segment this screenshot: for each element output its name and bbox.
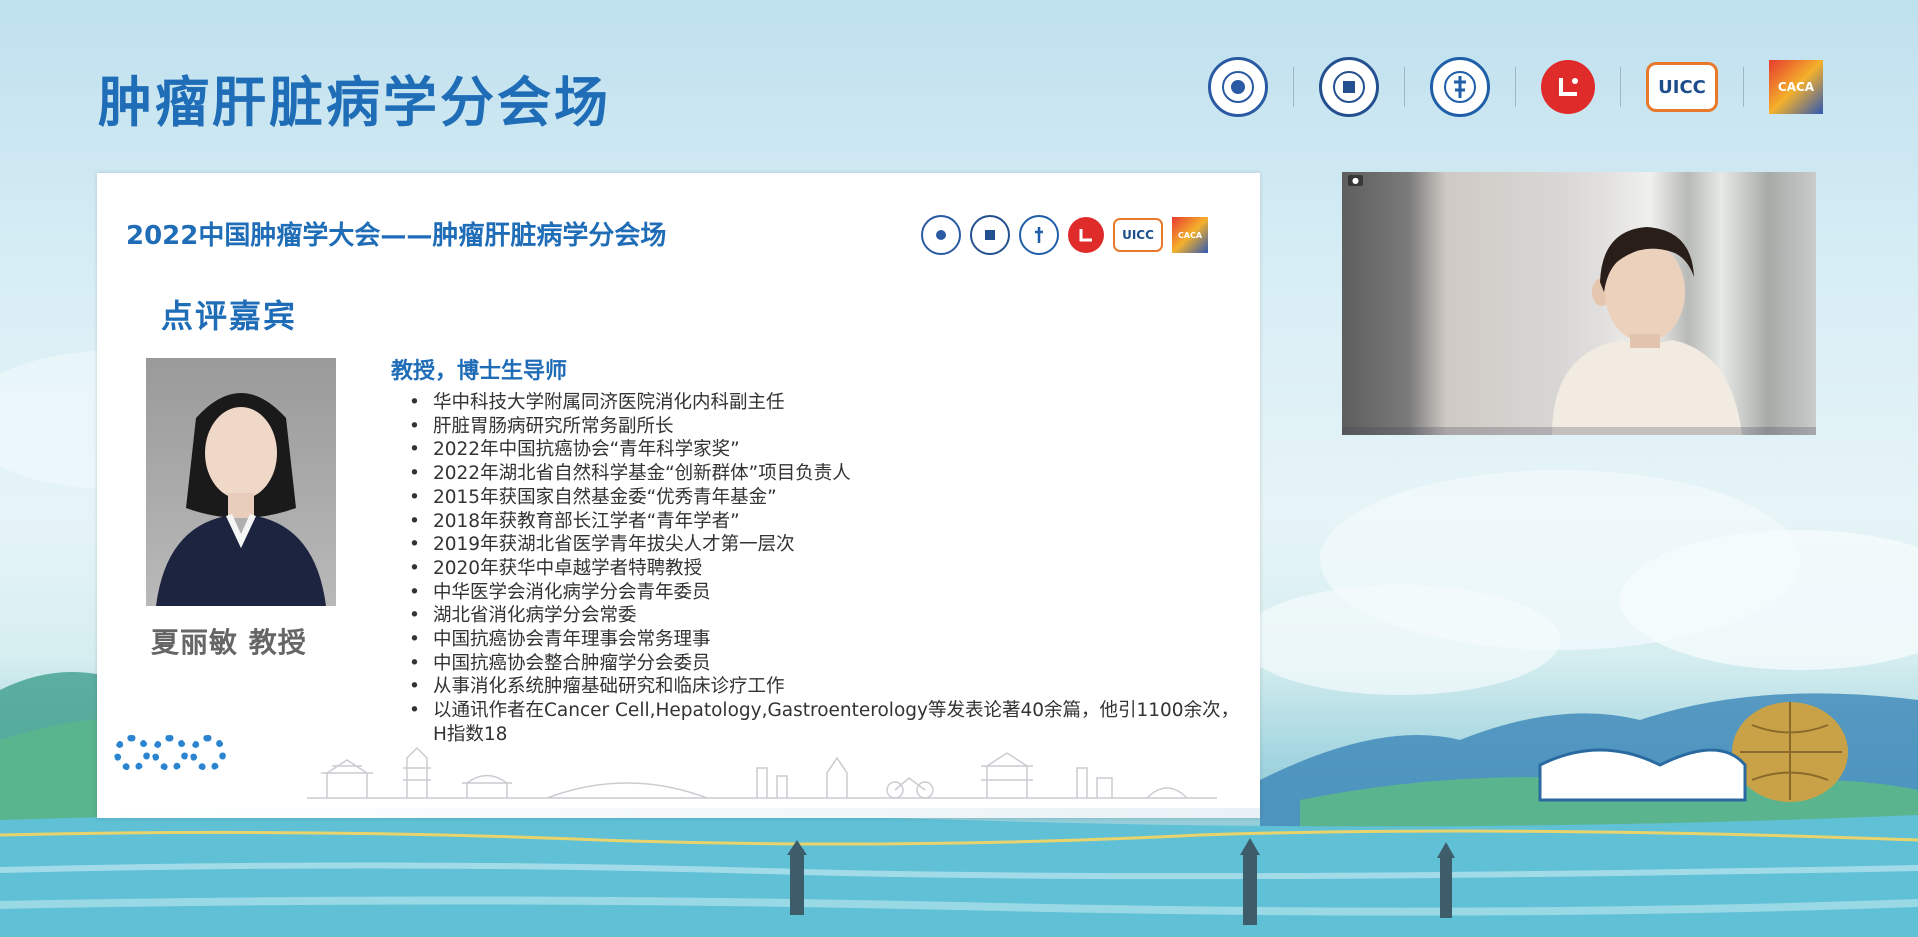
city-skyline-decoration xyxy=(307,746,1217,799)
uicc-logo: UICC xyxy=(1646,62,1718,112)
page-title: 肿瘤肝脏病学分会场 xyxy=(98,71,611,134)
speaker-video-feed[interactable]: ● xyxy=(1342,172,1816,435)
university-seal-2-logo xyxy=(970,215,1010,255)
bio-item: 2015年获国家自然基金委“优秀青年基金” xyxy=(409,486,1249,510)
bio-item: 从事消化系统肿瘤基础研究和临床诊疗工作 xyxy=(409,675,1249,699)
cace-logo: CACA xyxy=(1172,217,1208,253)
slide-footer-line xyxy=(97,808,1260,818)
guest-title: 教授，博士生导师 xyxy=(391,359,568,384)
cace-logo-text: CACA xyxy=(1777,80,1815,94)
bio-item: 中华医学会消化病学分会青年委员 xyxy=(409,581,1249,605)
bio-item: 中国抗癌协会青年理事会常务理事 xyxy=(409,628,1249,652)
header-logos: UICC CACA xyxy=(1208,57,1823,117)
bio-item: 2018年获教育部长江学者“青年学者” xyxy=(409,510,1249,534)
medical-association-logo xyxy=(1430,57,1490,117)
university-seal-1-logo xyxy=(1208,57,1268,117)
bio-item: 2019年获湖北省医学青年拔尖人才第一层次 xyxy=(409,533,1249,557)
cco-logo-c1 xyxy=(114,735,150,771)
red-circle-logo xyxy=(1541,60,1595,114)
logo-separator xyxy=(1620,67,1621,107)
cace-logo-text: CACA xyxy=(1177,230,1203,240)
section-heading: 点评嘉宾 xyxy=(161,297,298,335)
bio-item: 中国抗癌协会整合肿瘤学分会委员 xyxy=(409,652,1249,676)
cco-logo xyxy=(114,735,226,771)
bio-item: 湖北省消化病学分会常委 xyxy=(409,604,1249,628)
cco-logo-o xyxy=(190,735,226,771)
logo-separator xyxy=(1404,67,1405,107)
cco-logo-c2 xyxy=(152,735,188,771)
bio-item: 2020年获华中卓越学者特聘教授 xyxy=(409,557,1249,581)
medical-association-logo xyxy=(1019,215,1059,255)
video-participant-label: ● xyxy=(1348,175,1363,186)
logo-separator xyxy=(1743,67,1744,107)
red-circle-logo xyxy=(1068,217,1104,253)
guest-photo xyxy=(146,358,336,606)
uicc-logo: UICC xyxy=(1113,218,1163,252)
video-caption-bar xyxy=(1342,427,1816,435)
logo-separator xyxy=(1515,67,1516,107)
bio-item: 2022年湖北省自然科学基金“创新群体”项目负责人 xyxy=(409,462,1249,486)
university-seal-1-logo xyxy=(921,215,961,255)
uicc-logo-text: UICC xyxy=(1122,228,1154,242)
bio-item: 2022年中国抗癌协会“青年科学家奖” xyxy=(409,438,1249,462)
cace-logo: CACA xyxy=(1769,60,1823,114)
university-seal-2-logo xyxy=(1319,57,1379,117)
guest-name: 夏丽敏 教授 xyxy=(151,626,307,659)
bio-item: 华中科技大学附属同济医院消化内科副主任 xyxy=(409,391,1249,415)
slide-logos: UICC CACA xyxy=(921,215,1208,255)
bio-item: 肝脏胃肠病研究所常务副所长 xyxy=(409,415,1249,439)
slide-title: 2022中国肿瘤学大会——肿瘤肝脏病学分会场 xyxy=(126,221,667,251)
logo-separator xyxy=(1293,67,1294,107)
guest-bio-list: 华中科技大学附属同济医院消化内科副主任 肝脏胃肠病研究所常务副所长 2022年中… xyxy=(409,391,1249,747)
uicc-logo-text: UICC xyxy=(1658,76,1706,98)
presentation-slide: 2022中国肿瘤学大会——肿瘤肝脏病学分会场 UICC CACA 点评嘉宾 夏丽… xyxy=(97,173,1260,818)
